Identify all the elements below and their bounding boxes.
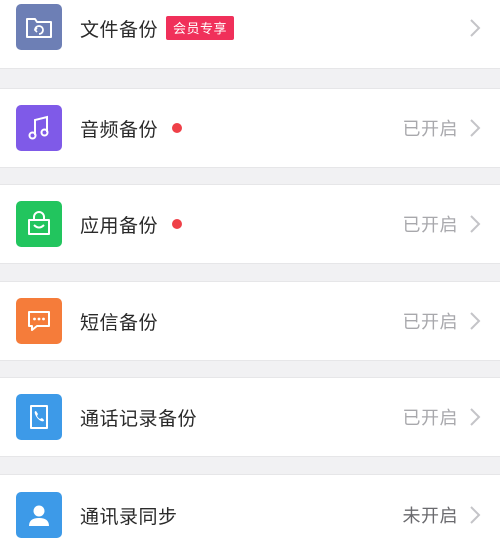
row-call-log-backup[interactable]: 通话记录备份 已开启 (0, 377, 500, 457)
row-title: 音频备份 (80, 118, 159, 141)
row-sms-backup[interactable]: 短信备份 已开启 (0, 281, 500, 361)
status-text: 已开启 (402, 215, 458, 236)
row-label: 音频备份 (80, 115, 183, 142)
status-text: 已开启 (402, 312, 458, 333)
row-title: 短信备份 (80, 311, 159, 334)
backup-settings-page: 文件备份 会员专享 音频备份 已开启 应用备份 已开启 短信备份 已开启 通话记… (0, 0, 500, 545)
status-text: 已开启 (402, 408, 458, 429)
row-label: 通话记录备份 (80, 404, 197, 431)
row-title: 通讯录同步 (80, 505, 178, 528)
music-note-icon (16, 105, 62, 151)
row-contacts-sync[interactable]: 通讯录同步 未开启 (0, 474, 500, 545)
chevron-right-icon (464, 17, 486, 39)
status-text: 已开启 (402, 119, 458, 140)
chevron-right-icon (464, 213, 486, 235)
call-log-icon (16, 394, 62, 440)
row-label: 应用备份 (80, 211, 183, 238)
chevron-right-icon (464, 504, 486, 526)
row-title: 文件备份 (80, 18, 159, 41)
row-title: 通话记录备份 (80, 407, 198, 430)
row-label: 通讯录同步 (80, 502, 178, 529)
notification-dot (172, 123, 183, 133)
member-exclusive-badge: 会员专享 (166, 16, 235, 40)
app-bag-icon (16, 201, 62, 247)
row-label: 短信备份 (80, 308, 158, 335)
row-label: 文件备份 会员专享 (80, 15, 235, 42)
chevron-right-icon (464, 117, 486, 139)
row-app-backup[interactable]: 应用备份 已开启 (0, 184, 500, 264)
notification-dot (172, 219, 183, 229)
folder-sync-icon (16, 4, 62, 50)
chevron-right-icon (464, 406, 486, 428)
row-file-backup[interactable]: 文件备份 会员专享 (0, 0, 500, 69)
chevron-right-icon (464, 310, 486, 332)
status-text: 未开启 (402, 506, 458, 527)
message-icon (16, 298, 62, 344)
row-title: 应用备份 (80, 214, 159, 237)
contact-person-icon (16, 492, 62, 538)
row-audio-backup[interactable]: 音频备份 已开启 (0, 88, 500, 168)
